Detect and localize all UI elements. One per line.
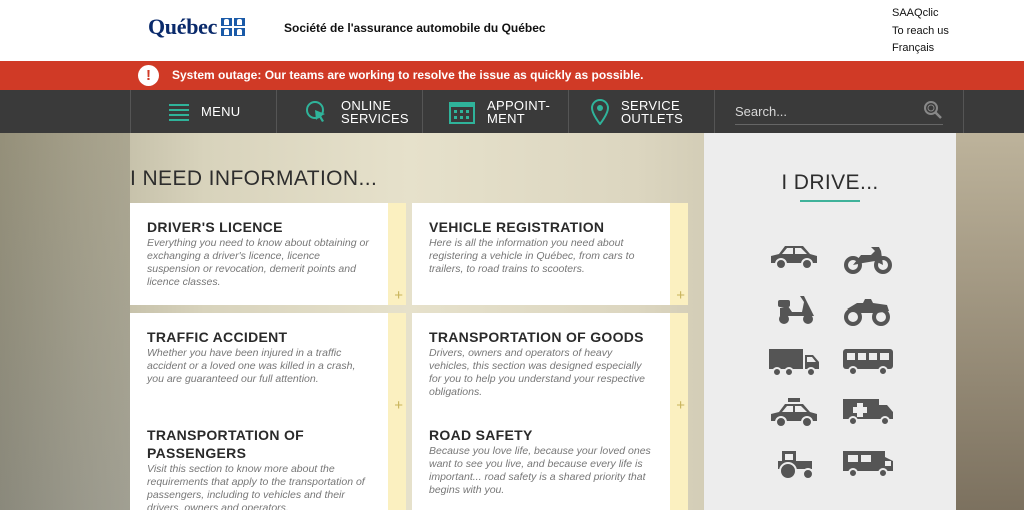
search-box bbox=[735, 99, 943, 125]
ambulance-icon[interactable] bbox=[841, 397, 895, 429]
card-title: VEHICLE REGISTRATION bbox=[429, 219, 605, 235]
nav-online-services[interactable]: ONLINE SERVICES bbox=[276, 90, 422, 133]
exclamation-icon: ! bbox=[138, 65, 159, 86]
nav-appt-line2: MENT bbox=[487, 110, 526, 126]
atv-icon[interactable] bbox=[841, 295, 895, 327]
hamburger-icon bbox=[169, 103, 189, 121]
nav-service-outlets[interactable]: SERVICE OUTLETS bbox=[568, 90, 714, 133]
card-title: TRANSPORTATION OF GOODS bbox=[429, 329, 644, 345]
drive-title-underline bbox=[800, 200, 860, 202]
plus-icon: + bbox=[676, 287, 685, 304]
card-title: TRANSPORTATION OF PASSENGERS bbox=[147, 427, 305, 461]
cursor-click-icon bbox=[305, 100, 329, 124]
i-drive-panel: I DRIVE... bbox=[704, 133, 956, 510]
card-title: ROAD SAFETY bbox=[429, 427, 533, 443]
bus-icon[interactable] bbox=[841, 347, 895, 379]
card-transportation-of-goods[interactable]: TRANSPORTATION OF GOODS Drivers, owners … bbox=[412, 313, 688, 415]
main-nav: MENU ONLINE SERVICES APPOINT- MENT SERVICE… bbox=[0, 90, 1024, 133]
card-title: DRIVER'S LICENCE bbox=[147, 219, 283, 235]
main-content: I NEED INFORMATION... DRIVER'S LICENCE E… bbox=[0, 133, 1024, 510]
drive-title: I DRIVE... bbox=[781, 171, 879, 194]
reach-us-link[interactable]: To reach us bbox=[892, 23, 949, 41]
card-expand-strip[interactable] bbox=[670, 411, 688, 510]
card-desc: Because you love life, because your love… bbox=[429, 445, 651, 496]
nav-menu[interactable]: MENU bbox=[130, 90, 276, 133]
site-header: Québec Société de l'assurance automobile… bbox=[0, 0, 1024, 61]
background-photo-left bbox=[0, 133, 130, 510]
card-drivers-licence[interactable]: DRIVER'S LICENCE Everything you need to … bbox=[130, 203, 406, 305]
card-expand-strip[interactable]: + bbox=[670, 313, 688, 415]
nav-appointment[interactable]: APPOINT- MENT bbox=[422, 90, 568, 133]
fleur-de-lis-flag-icon bbox=[221, 18, 246, 36]
card-traffic-accident[interactable]: TRAFFIC ACCIDENT Whether you have been i… bbox=[130, 313, 406, 415]
language-link[interactable]: Français bbox=[892, 40, 949, 58]
motorhome-icon[interactable] bbox=[841, 449, 895, 481]
card-desc: Everything you need to know about obtain… bbox=[147, 237, 369, 288]
alert-text: System outage: Our teams are working to … bbox=[172, 68, 644, 82]
tractor-icon[interactable] bbox=[774, 449, 828, 481]
location-pin-icon bbox=[591, 98, 609, 125]
card-desc: Visit this section to know more about th… bbox=[147, 463, 365, 510]
card-desc: Drivers, owners and operators of heavy v… bbox=[429, 347, 645, 398]
background-photo-right bbox=[956, 133, 1024, 510]
nav-menu-label: MENU bbox=[201, 104, 241, 119]
taxi-icon[interactable] bbox=[767, 397, 821, 429]
outage-alert-bar: ! System outage: Our teams are working t… bbox=[0, 61, 1024, 90]
card-title: TRAFFIC ACCIDENT bbox=[147, 329, 288, 345]
truck-icon[interactable] bbox=[767, 347, 821, 379]
saaqclic-link[interactable]: SAAQclic bbox=[892, 5, 949, 23]
motorcycle-icon[interactable] bbox=[841, 243, 895, 275]
nav-online-line2: SERVICES bbox=[341, 110, 409, 126]
nav-search bbox=[714, 90, 964, 133]
quebec-logo[interactable]: Québec bbox=[148, 14, 246, 40]
scooter-icon[interactable] bbox=[774, 294, 828, 326]
card-transportation-of-passengers[interactable]: TRANSPORTATION OF PASSENGERS Visit this … bbox=[130, 411, 406, 510]
card-expand-strip[interactable]: + bbox=[670, 203, 688, 305]
nav-outlets-line2: OUTLETS bbox=[621, 110, 684, 126]
card-expand-strip[interactable] bbox=[388, 411, 406, 510]
card-expand-strip[interactable]: + bbox=[388, 203, 406, 305]
org-name: Société de l'assurance automobile du Qué… bbox=[284, 21, 546, 35]
card-desc: Whether you have been injured in a traff… bbox=[147, 347, 356, 385]
top-links: SAAQclic To reach us Français bbox=[892, 5, 949, 58]
logo-text: Québec bbox=[148, 14, 218, 39]
card-expand-strip[interactable]: + bbox=[388, 313, 406, 415]
search-input[interactable] bbox=[735, 103, 915, 119]
card-desc: Here is all the information you need abo… bbox=[429, 237, 635, 275]
search-icon[interactable] bbox=[923, 100, 943, 122]
plus-icon: + bbox=[394, 287, 403, 304]
info-section-title: I NEED INFORMATION... bbox=[130, 167, 378, 190]
card-vehicle-registration[interactable]: VEHICLE REGISTRATION Here is all the inf… bbox=[412, 203, 688, 305]
card-road-safety[interactable]: ROAD SAFETY Because you love life, becau… bbox=[412, 411, 688, 510]
car-icon[interactable] bbox=[767, 241, 821, 273]
calendar-icon bbox=[449, 100, 475, 124]
